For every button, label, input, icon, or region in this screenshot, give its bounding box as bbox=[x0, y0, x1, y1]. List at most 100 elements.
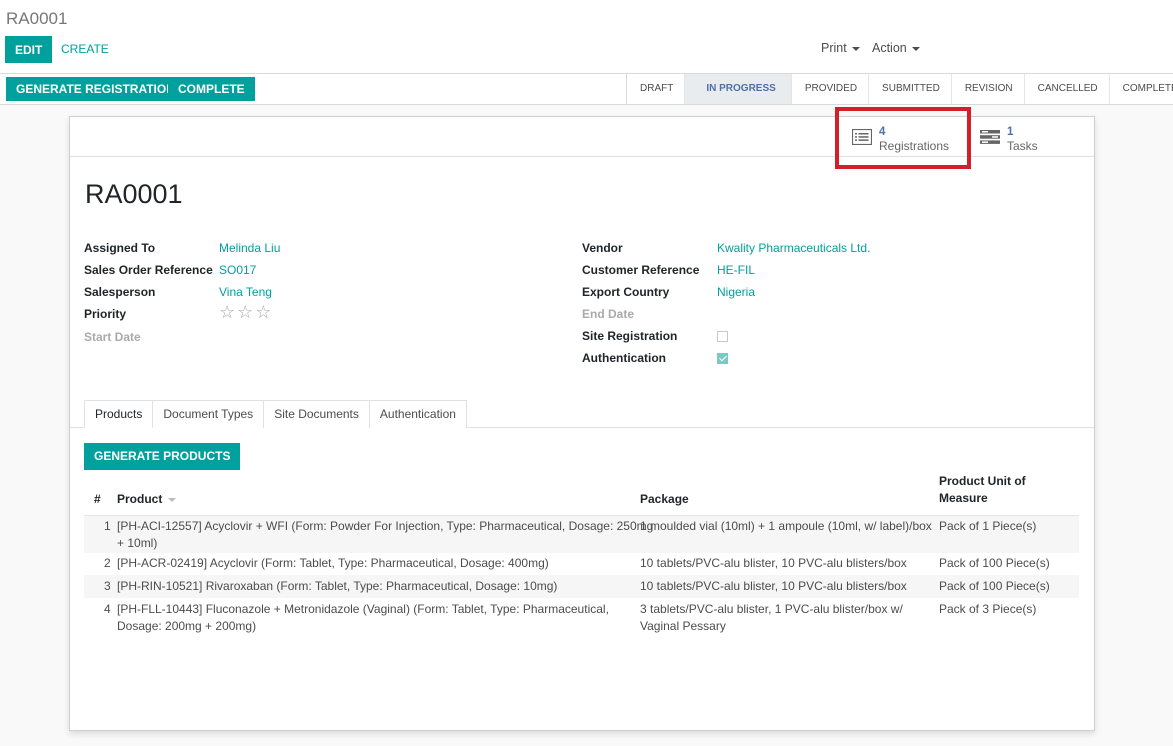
customer-reference-row: Customer Reference HE-FIL bbox=[582, 260, 1062, 280]
assigned-to-row: Assigned To Melinda Liu bbox=[84, 238, 564, 258]
tasks-icon bbox=[980, 129, 1000, 148]
package-cell: 3 tablets/PVC-alu blister, 1 PVC-alu bli… bbox=[640, 601, 903, 635]
caret-down-icon bbox=[851, 46, 860, 51]
row-number: 4 bbox=[104, 602, 111, 616]
salesperson-label: Salesperson bbox=[84, 285, 156, 299]
column-header-uom[interactable]: Product Unit of Measure bbox=[939, 473, 1026, 507]
start-date-row: Start Date bbox=[84, 327, 564, 347]
tab-site-documents[interactable]: Site Documents bbox=[264, 400, 370, 428]
product-text-line2: Dosage: 200mg + 200mg) bbox=[117, 619, 257, 633]
column-header-product[interactable]: Product bbox=[117, 491, 177, 508]
column-header-number: # bbox=[94, 492, 101, 506]
assigned-to-value[interactable]: Melinda Liu bbox=[219, 238, 280, 258]
export-country-row: Export Country Nigeria bbox=[582, 282, 1062, 302]
sales-order-label: Sales Order Reference bbox=[84, 263, 213, 277]
vendor-label: Vendor bbox=[582, 241, 623, 255]
uom-header-line2: Measure bbox=[939, 491, 988, 505]
form-sheet: 4 Registrations 1 Tasks RA0001 Assigned … bbox=[69, 116, 1095, 731]
complete-button[interactable]: COMPLETE bbox=[168, 77, 255, 101]
start-date-label: Start Date bbox=[84, 330, 141, 344]
product-header-label: Product bbox=[117, 492, 163, 506]
salesperson-value[interactable]: Vina Teng bbox=[219, 282, 272, 302]
record-title: RA0001 bbox=[85, 179, 183, 209]
package-cell: 10 tablets/PVC-alu blister, 10 PVC-alu b… bbox=[640, 556, 907, 570]
export-country-value[interactable]: Nigeria bbox=[717, 282, 755, 302]
site-registration-row: Site Registration bbox=[582, 326, 1062, 346]
package-cell: 1 moulded vial (10ml) + 1 ampoule (10ml,… bbox=[640, 519, 932, 533]
row-number: 3 bbox=[104, 579, 111, 593]
table-row[interactable]: 1 [PH-ACI-12557] Acyclovir + WFI (Form: … bbox=[84, 515, 1079, 553]
vendor-value[interactable]: Kwality Pharmaceuticals Ltd. bbox=[717, 238, 870, 258]
generate-products-button[interactable]: GENERATE PRODUCTS bbox=[84, 443, 241, 470]
star-icon[interactable]: ☆ bbox=[237, 302, 253, 322]
tab-products[interactable]: Products bbox=[84, 400, 154, 428]
priority-stars: ☆ ☆ ☆ bbox=[219, 303, 273, 324]
product-cell: [PH-FLL-10443] Fluconazole + Metronidazo… bbox=[117, 601, 609, 635]
package-cell: 10 tablets/PVC-alu blister, 10 PVC-alu b… bbox=[640, 579, 907, 593]
customer-reference-label: Customer Reference bbox=[582, 263, 700, 277]
annotation-highlight-box bbox=[835, 107, 971, 169]
uom-header-line1: Product Unit of bbox=[939, 474, 1026, 488]
package-text-line2: Vaginal Pessary bbox=[640, 619, 726, 633]
end-date-row: End Date bbox=[582, 304, 1062, 324]
site-registration-checkbox[interactable] bbox=[717, 331, 728, 342]
breadcrumb[interactable]: RA0001 bbox=[6, 9, 67, 29]
assigned-to-label: Assigned To bbox=[84, 241, 156, 255]
print-label: Print bbox=[821, 41, 847, 55]
print-dropdown[interactable]: Print bbox=[821, 41, 860, 55]
table-row[interactable]: 3 [PH-RIN-10521] Rivaroxaban (Form: Tabl… bbox=[84, 575, 1079, 598]
authentication-row: Authentication bbox=[582, 348, 1062, 368]
product-cell: [PH-RIN-10521] Rivaroxaban (Form: Tablet… bbox=[117, 579, 558, 593]
action-label: Action bbox=[872, 41, 907, 55]
caret-down-icon bbox=[911, 46, 920, 51]
column-header-package[interactable]: Package bbox=[640, 491, 689, 508]
vendor-row: Vendor Kwality Pharmaceuticals Ltd. bbox=[582, 238, 1062, 258]
row-number: 2 bbox=[104, 556, 111, 570]
authentication-checkbox[interactable] bbox=[717, 353, 728, 364]
stage-draft[interactable]: DRAFT bbox=[627, 74, 686, 104]
row-number: 1 bbox=[104, 519, 111, 533]
customer-reference-value[interactable]: HE-FIL bbox=[717, 260, 755, 280]
priority-row: Priority ☆ ☆ ☆ bbox=[84, 303, 564, 324]
stage-completed[interactable]: COMPLETED bbox=[1110, 74, 1173, 104]
salesperson-row: Salesperson Vina Teng bbox=[84, 282, 564, 302]
action-dropdown[interactable]: Action bbox=[872, 41, 920, 55]
package-text-line1: 3 tablets/PVC-alu blister, 1 PVC-alu bli… bbox=[640, 602, 903, 616]
stage-in-progress[interactable]: IN PROGRESS bbox=[685, 74, 792, 104]
create-button[interactable]: CREATE bbox=[52, 37, 118, 62]
product-text-line1: [PH-ACI-12557] Acyclovir + WFI (Form: Po… bbox=[117, 519, 654, 533]
product-text-line2: + 10ml) bbox=[117, 536, 158, 550]
tab-authentication[interactable]: Authentication bbox=[369, 400, 467, 428]
sales-order-row: Sales Order Reference SO017 bbox=[84, 260, 564, 280]
star-icon[interactable]: ☆ bbox=[255, 302, 271, 322]
edit-button[interactable]: EDIT bbox=[5, 36, 53, 63]
star-icon[interactable]: ☆ bbox=[219, 302, 235, 322]
uom-cell: Pack of 100 Piece(s) bbox=[939, 556, 1050, 570]
tasks-smart-button[interactable]: 1 Tasks bbox=[980, 117, 1038, 157]
sort-caret-icon bbox=[168, 497, 177, 502]
tab-document-types[interactable]: Document Types bbox=[153, 400, 265, 428]
stage-pipeline: DRAFT IN PROGRESS PROVIDED SUBMITTED REV… bbox=[626, 74, 1173, 104]
product-cell: [PH-ACR-02419] Acyclovir (Form: Tablet, … bbox=[117, 556, 549, 570]
stage-provided[interactable]: PROVIDED bbox=[792, 74, 870, 104]
form-statusbar: GENERATE REGISTRATION COMPLETE DRAFT IN … bbox=[0, 74, 1173, 105]
stage-submitted[interactable]: SUBMITTED bbox=[869, 74, 952, 104]
tasks-count: 1 bbox=[1007, 126, 1014, 138]
stage-cancelled[interactable]: CANCELLED bbox=[1025, 74, 1110, 104]
end-date-label: End Date bbox=[582, 307, 635, 321]
priority-label: Priority bbox=[84, 307, 127, 321]
uom-cell: Pack of 1 Piece(s) bbox=[939, 519, 1037, 533]
generate-registration-button[interactable]: GENERATE REGISTRATION bbox=[6, 77, 185, 101]
notebook-tabs: Products Document Types Site Documents A… bbox=[84, 400, 467, 428]
control-panel: RA0001 EDIT CREATE Print Action bbox=[0, 0, 1173, 74]
authentication-label: Authentication bbox=[582, 351, 666, 365]
stage-revision[interactable]: REVISION bbox=[952, 74, 1025, 104]
site-registration-label: Site Registration bbox=[582, 329, 678, 343]
product-cell: [PH-ACI-12557] Acyclovir + WFI (Form: Po… bbox=[117, 518, 653, 552]
sales-order-value[interactable]: SO017 bbox=[219, 260, 256, 280]
uom-cell: Pack of 100 Piece(s) bbox=[939, 579, 1050, 593]
uom-cell: Pack of 3 Piece(s) bbox=[939, 602, 1037, 616]
table-row[interactable]: 2 [PH-ACR-02419] Acyclovir (Form: Tablet… bbox=[84, 553, 1079, 575]
product-text-line1: [PH-FLL-10443] Fluconazole + Metronidazo… bbox=[117, 602, 609, 616]
table-row[interactable]: 4 [PH-FLL-10443] Fluconazole + Metronida… bbox=[84, 598, 1079, 638]
